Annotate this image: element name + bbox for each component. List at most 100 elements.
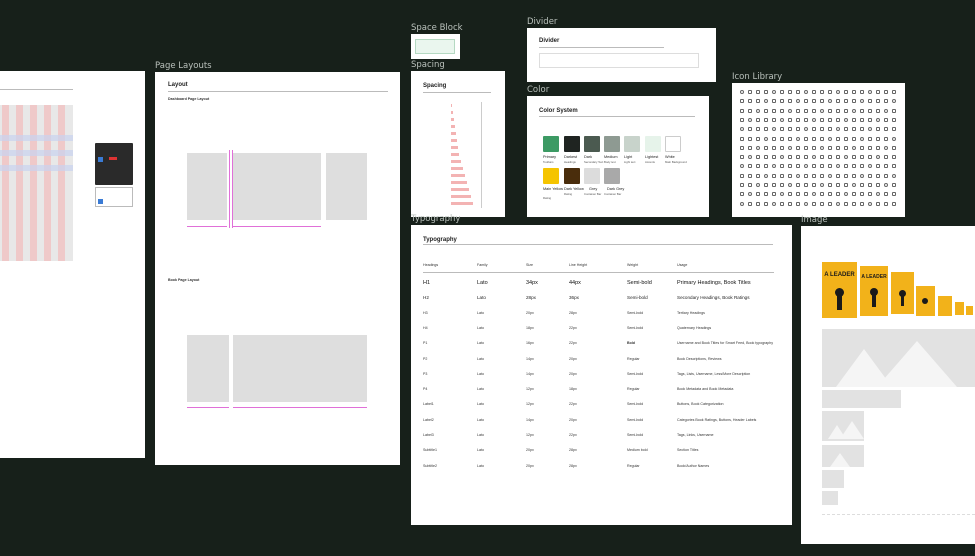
library-icon	[772, 136, 776, 141]
library-icon	[844, 90, 848, 94]
typography-cell-line-height: 28px	[569, 310, 577, 315]
library-icon	[836, 90, 840, 94]
book-layout-label: Book Page Layout	[168, 278, 200, 282]
typography-cell-line-height: 22px	[569, 402, 577, 407]
grid-frame[interactable]	[0, 71, 145, 458]
library-icon	[844, 164, 848, 169]
library-icon	[796, 192, 800, 197]
library-icon	[876, 117, 880, 122]
image-placeholder-medium	[822, 411, 864, 441]
library-icon	[740, 192, 744, 197]
library-icon	[740, 173, 744, 178]
spacing-label: Spacing	[411, 60, 445, 70]
color-swatch-lightest	[645, 136, 661, 152]
grid-settings-panel[interactable]	[95, 143, 133, 185]
library-icon	[788, 127, 792, 132]
library-icon	[852, 192, 856, 197]
library-icon	[868, 192, 872, 197]
typography-cell-heading: H4	[423, 325, 428, 330]
library-icon	[876, 136, 880, 141]
typography-row: Label3 Lato 12px 22px Semi-bold Tags, Links, …	[423, 433, 774, 443]
library-icon	[852, 155, 856, 160]
library-icon	[884, 164, 888, 169]
typography-cell-family: Lato	[477, 310, 484, 315]
typography-cell-weight: Bold	[627, 341, 635, 346]
image-frame[interactable]: A LEADER A LEADER	[801, 226, 975, 544]
library-icon	[772, 192, 776, 197]
library-icon	[820, 155, 824, 160]
library-icon	[868, 127, 872, 132]
typography-cell-weight: Semi-bold	[627, 402, 644, 407]
typography-cell-line-height: 18px	[569, 387, 577, 392]
library-icon	[868, 90, 872, 94]
icon-grid	[740, 90, 900, 212]
space-block-frame[interactable]	[411, 34, 460, 59]
header-usage: Usage	[677, 263, 688, 267]
library-icon	[772, 127, 776, 132]
library-icon	[820, 108, 824, 113]
library-icon	[788, 183, 792, 187]
library-icon	[820, 90, 824, 94]
color-name-lightest: Lightest	[645, 155, 659, 159]
library-icon	[756, 117, 760, 122]
typography-cell-usage: Secondary Headings, Book Ratings	[677, 295, 750, 301]
color-swatch-dark-yellow	[564, 168, 580, 184]
library-icon	[892, 117, 896, 122]
typography-cell-family: Lato	[477, 356, 484, 361]
typography-cell-weight: Semi-bold	[627, 325, 644, 330]
typography-row: H4 Lato 18px 22px Semi-bold Quaternary Headin…	[423, 326, 774, 336]
library-icon	[868, 99, 872, 104]
library-icon	[796, 155, 800, 160]
color-title: Color System	[539, 108, 578, 114]
typography-cell-family: Lato	[477, 341, 484, 346]
header-headings: Headings	[423, 263, 439, 267]
library-icon	[772, 183, 776, 187]
page-layouts-frame[interactable]: Layout Dashboard Page Layout Book Page L…	[155, 72, 400, 465]
typography-cell-heading: Subtitle1	[423, 448, 437, 453]
library-icon	[892, 145, 896, 150]
color-swatch-light	[624, 136, 640, 152]
library-icon	[844, 183, 848, 187]
library-icon	[884, 136, 888, 141]
page-layouts-divider	[168, 91, 388, 92]
library-icon	[820, 201, 824, 206]
icon-library-frame[interactable]	[732, 83, 905, 217]
typography-frame[interactable]: Typography Headings Family Size Line Hei…	[411, 225, 792, 525]
space-block-sample	[415, 39, 455, 54]
library-icon	[852, 173, 856, 178]
library-icon	[828, 164, 832, 169]
typography-label: Typography	[411, 214, 461, 224]
typography-cell-weight: Semi-bold	[627, 417, 644, 422]
page-layouts-label: Page Layouts	[155, 61, 212, 71]
library-icon	[764, 117, 768, 122]
grid-settings-panel-2[interactable]	[95, 187, 133, 207]
library-icon	[836, 145, 840, 150]
library-icon	[868, 183, 872, 187]
typography-cell-weight: Semi-bold	[627, 433, 644, 437]
typography-cell-size: 20px	[526, 448, 534, 453]
library-icon	[892, 90, 896, 94]
library-icon	[748, 145, 752, 150]
library-icon	[884, 201, 888, 206]
typography-row: P4 Lato 12px 18px Regular Book Metadata and B…	[423, 387, 774, 397]
library-icon	[820, 99, 824, 104]
color-desc-grey: Container Bar	[584, 192, 602, 196]
typography-cell-usage: Primary Headings, Book Titles	[677, 280, 751, 286]
typography-divider	[423, 244, 773, 245]
color-frame[interactable]: Color System Primary Darkest Dark Medium…	[527, 96, 709, 217]
library-icon	[892, 164, 896, 169]
library-icon	[796, 117, 800, 122]
typography-cell-heading: P2	[423, 356, 428, 361]
dashboard-sidebar-block	[187, 153, 227, 220]
library-icon	[780, 145, 784, 150]
divider-frame[interactable]: Divider	[527, 28, 716, 82]
book-cover-title-2: A LEADER	[861, 274, 887, 280]
typography-cell-line-height: 22px	[569, 341, 577, 346]
library-icon	[788, 192, 792, 197]
spacing-frame[interactable]: Spacing	[411, 71, 505, 217]
library-icon	[748, 155, 752, 160]
library-icon	[796, 145, 800, 150]
library-icon	[892, 192, 896, 197]
library-icon	[852, 108, 856, 113]
library-icon	[764, 108, 768, 113]
